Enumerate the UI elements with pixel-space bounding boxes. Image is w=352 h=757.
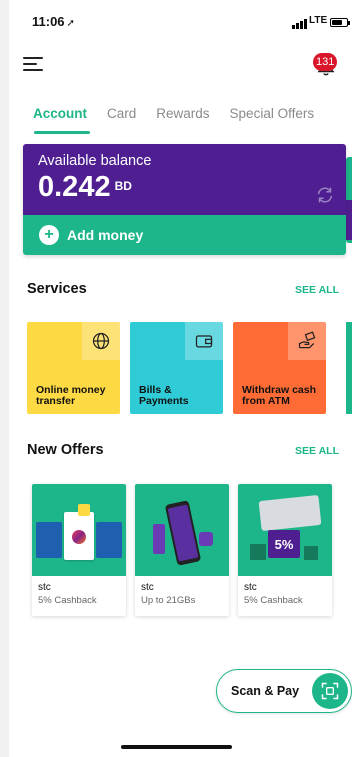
atm-cash-icon: [298, 331, 316, 349]
offer-desc: 5% Cashback: [38, 595, 97, 606]
service-icon-box: [288, 322, 326, 360]
offer-brand: stc: [244, 582, 257, 593]
add-money-button[interactable]: + Add money: [23, 215, 346, 255]
left-gutter: [0, 0, 9, 757]
menu-button[interactable]: [23, 54, 45, 74]
offer-card-2[interactable]: stc Up to 21GBs: [135, 484, 229, 616]
service-withdraw-cash[interactable]: Withdraw cash from ATM: [233, 322, 326, 414]
balance-currency: BD: [114, 179, 132, 193]
tab-rewards[interactable]: Rewards: [156, 106, 209, 121]
tab-special-offers[interactable]: Special Offers: [230, 106, 315, 121]
notification-badge: 131: [313, 53, 338, 71]
service-label: Online money transfer: [36, 384, 106, 407]
tab-account[interactable]: Account: [33, 106, 87, 121]
scan-and-pay-label: Scan & Pay: [231, 684, 300, 698]
service-label: Withdraw cash from ATM: [242, 384, 317, 407]
battery-icon: [330, 18, 350, 27]
service-label: Bills & Payments: [139, 384, 189, 407]
offer-brand: stc: [38, 582, 51, 593]
service-online-money-transfer[interactable]: Online money transfer: [27, 322, 120, 414]
home-indicator: [121, 745, 232, 749]
tab-card[interactable]: Card: [107, 106, 136, 121]
balance-label: Available balance: [38, 153, 152, 169]
refresh-icon[interactable]: [314, 184, 336, 206]
balance-card: Available balance 0.242 BD + Add money: [23, 144, 346, 255]
plus-icon: +: [39, 225, 59, 245]
offer-percent-text: 5%: [268, 530, 300, 558]
balance-amount: 0.242 BD: [38, 171, 331, 204]
service-bills-payments[interactable]: Bills & Payments: [130, 322, 223, 414]
network-type: LTE: [309, 15, 328, 26]
globe-icon: [92, 332, 110, 350]
qr-scan-icon: [312, 673, 348, 709]
location-arrow-icon: ➚: [66, 18, 75, 29]
status-time-text: 11:06: [32, 14, 65, 29]
tab-bar: Account Card Rewards Special Offers: [33, 106, 334, 121]
service-icon-box: [185, 322, 223, 360]
offer-image-gift-cards: [32, 484, 126, 576]
balance-panel: Available balance 0.242 BD: [23, 144, 346, 215]
balance-amount-value: 0.242: [38, 171, 111, 203]
offer-desc: Up to 21GBs: [141, 595, 196, 606]
offer-brand: stc: [141, 582, 154, 593]
status-time: 11:06 ➚: [32, 14, 75, 29]
offer-desc: 5% Cashback: [244, 595, 303, 606]
wallet-icon: [195, 335, 213, 348]
service-icon-box: [82, 322, 120, 360]
active-tab-indicator: [34, 131, 90, 134]
offers-see-all-link[interactable]: SEE ALL: [295, 445, 339, 457]
app-screen: 11:06 ➚ LTE 131 Account Card Rewards Spec…: [9, 0, 352, 757]
offer-card-1[interactable]: stc 5% Cashback: [32, 484, 126, 616]
add-money-label: Add money: [67, 227, 144, 243]
scan-and-pay-button[interactable]: Scan & Pay: [216, 669, 352, 713]
services-title: Services: [27, 281, 87, 297]
signal-icon: [292, 19, 307, 29]
offer-image-data-bundle: [135, 484, 229, 576]
services-see-all-link[interactable]: SEE ALL: [295, 284, 339, 296]
offers-title: New Offers: [27, 442, 104, 458]
offer-card-3[interactable]: 5% stc 5% Cashback: [238, 484, 332, 616]
service-next-peek[interactable]: [346, 322, 352, 414]
status-bar: 11:06 ➚ LTE: [9, 14, 352, 34]
next-card-peek-bottom: [346, 200, 352, 240]
offer-image-cashback: 5%: [238, 484, 332, 576]
